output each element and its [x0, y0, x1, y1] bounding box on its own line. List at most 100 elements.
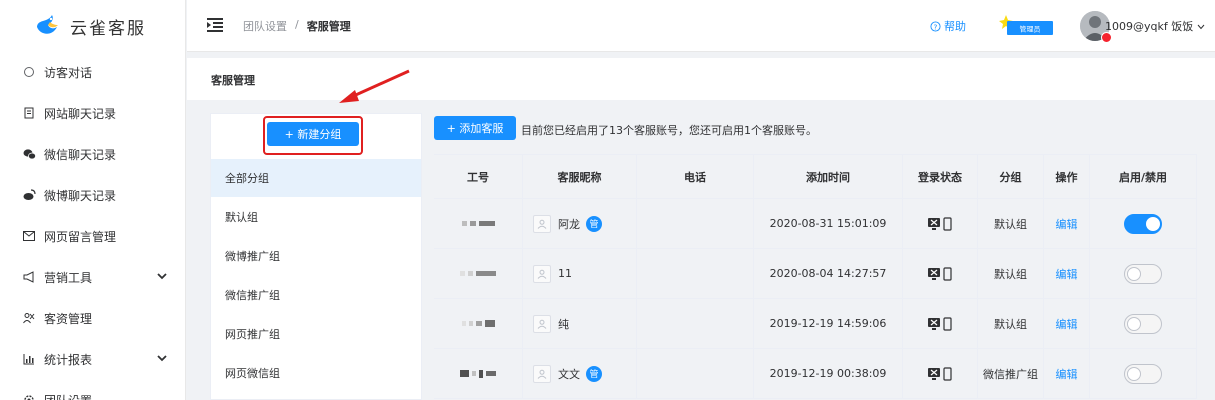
edit-button[interactable]: 编辑	[1056, 316, 1078, 332]
group-item-default[interactable]: 默认组	[211, 198, 421, 236]
column-header: 添加时间	[754, 155, 903, 199]
agent-group: 微信推广组	[978, 349, 1044, 399]
enable-toggle[interactable]	[1124, 313, 1162, 334]
group-item-web-wechat[interactable]: 网页微信组	[211, 354, 421, 392]
page-title: 客服管理	[211, 74, 255, 87]
add-agent-button[interactable]: + 添加客服	[434, 116, 516, 140]
edit-button[interactable]: 编辑	[1056, 216, 1078, 232]
enable-cell	[1090, 349, 1197, 399]
edit-link: 编辑	[1044, 349, 1090, 399]
chevron-down-icon	[157, 355, 167, 362]
column-header: 操作	[1044, 155, 1090, 199]
sidebar-item-label: 统计报表	[44, 352, 93, 367]
sidebar-item-label: 微信聊天记录	[44, 147, 117, 162]
agent-added-time: 2019-12-19 14:59:06	[754, 299, 903, 349]
question-circle-icon: ?	[930, 20, 941, 32]
table-header: 工号 客服昵称 电话 添加时间 登录状态 分组 操作 启用/禁用	[434, 155, 1197, 199]
agent-added-time: 2020-08-31 15:01:09	[754, 199, 903, 249]
agent-nickname-cell: 阿龙 管	[523, 199, 637, 249]
menu-fold-icon[interactable]	[207, 18, 223, 32]
sidebar-item-label: 客资管理	[44, 311, 93, 326]
agent-phone	[637, 249, 754, 299]
column-header: 客服昵称	[523, 155, 637, 199]
sidebar-item-label: 微博聊天记录	[44, 188, 117, 203]
login-status-icon	[928, 266, 952, 281]
user-placeholder-icon	[533, 364, 551, 383]
edit-link: 编辑	[1044, 199, 1090, 249]
login-status-cell	[903, 349, 978, 399]
brand-name: 云雀客服	[70, 18, 146, 39]
agent-group: 默认组	[978, 299, 1044, 349]
agent-nickname: 阿龙	[558, 217, 580, 231]
table-row: 11 2020-08-04 14:27:57 默认组 编辑	[434, 249, 1197, 299]
sidebar-item-wechat-chat-log[interactable]: 微信聊天记录	[0, 134, 186, 174]
edit-link: 编辑	[1044, 249, 1090, 299]
agent-phone	[637, 199, 754, 249]
agent-phone	[637, 299, 754, 349]
manager-badge: 管	[586, 365, 602, 382]
breadcrumb-team-settings[interactable]: 团队设置	[243, 18, 287, 34]
enable-toggle[interactable]	[1124, 263, 1162, 284]
sidebar-item-label: 团队设置	[44, 392, 92, 400]
help-label: 帮助	[944, 20, 966, 33]
sidebar-item-site-chat-log[interactable]: 网站聊天记录	[0, 93, 186, 133]
agent-id-redacted	[434, 199, 523, 249]
enable-toggle[interactable]	[1124, 213, 1162, 234]
sidebar-item-weibo-chat-log[interactable]: 微博聊天记录	[0, 175, 186, 215]
sidebar-item-web-message[interactable]: 网页留言管理	[0, 216, 186, 256]
agent-id-redacted	[434, 349, 523, 399]
breadcrumb: 团队设置 / 客服管理	[243, 18, 351, 34]
agent-added-time: 2020-08-04 14:27:57	[754, 249, 903, 299]
agent-phone	[637, 349, 754, 399]
group-item-web[interactable]: 网页推广组	[211, 315, 421, 353]
megaphone-icon	[22, 270, 36, 284]
agent-nickname-cell: 11	[523, 249, 637, 299]
sidebar-item-statistics[interactable]: 统计报表	[0, 339, 186, 379]
login-status-icon	[928, 366, 952, 381]
breadcrumb-current: 客服管理	[306, 20, 351, 33]
bar-chart-icon	[22, 352, 36, 366]
top-bar: 团队设置 / 客服管理 ? 帮助 管理员 1009@yqkf 饭饭	[187, 0, 1215, 52]
agent-nickname: 11	[558, 267, 572, 280]
help-link[interactable]: ? 帮助	[930, 18, 966, 34]
agent-nickname: 纯	[558, 317, 569, 331]
sidebar-item-label: 访客对话	[44, 65, 93, 80]
sidebar-item-marketing-tools[interactable]: 营销工具	[0, 257, 186, 297]
sidebar: 云雀客服 访客对话 网站聊天记录 微信聊天记录 微博聊天记录 网页留言管理 营销…	[0, 0, 186, 400]
bird-logo-icon	[37, 15, 58, 34]
column-header: 登录状态	[903, 155, 978, 199]
edit-button[interactable]: 编辑	[1056, 366, 1078, 382]
group-item-wechat[interactable]: 微信推广组	[211, 276, 421, 314]
sidebar-item-customer-management[interactable]: 客资管理	[0, 298, 186, 338]
brand[interactable]: 云雀客服	[0, 0, 185, 52]
weibo-icon	[22, 188, 36, 202]
agent-id-redacted	[434, 299, 523, 349]
chevron-down-icon	[1197, 24, 1205, 30]
agent-id-redacted	[434, 249, 523, 299]
user-menu[interactable]: 1009@yqkf 饭饭	[1105, 18, 1205, 34]
group-panel: + 新建分组 全部分组 默认组 微博推广组 微信推广组 网页推广组 网页微信组	[210, 113, 422, 400]
enable-toggle[interactable]	[1124, 363, 1162, 384]
login-status-icon	[928, 316, 952, 331]
group-item-weibo[interactable]: 微博推广组	[211, 237, 421, 275]
agent-nickname: 文文	[558, 367, 580, 381]
mail-icon	[22, 229, 36, 243]
sidebar-item-label: 网页留言管理	[44, 229, 117, 244]
enable-cell	[1090, 249, 1197, 299]
manager-badge: 管	[586, 215, 602, 232]
enable-cell	[1090, 199, 1197, 249]
wechat-icon	[22, 147, 36, 161]
sidebar-item-team-settings[interactable]: 团队设置	[0, 380, 186, 400]
sidebar-item-visitor-chat[interactable]: 访客对话	[0, 52, 186, 92]
table-row: 纯 2019-12-19 14:59:06 默认组 编辑	[434, 299, 1197, 349]
agent-added-time: 2019-12-19 00:38:09	[754, 349, 903, 399]
user-placeholder-icon	[533, 214, 551, 233]
agent-nickname-cell: 文文 管	[523, 349, 637, 399]
group-item-all[interactable]: 全部分组	[211, 159, 421, 197]
edit-button[interactable]: 编辑	[1056, 266, 1078, 282]
column-header: 启用/禁用	[1090, 155, 1197, 199]
annotation-arrow-icon	[339, 69, 410, 103]
enable-cell	[1090, 299, 1197, 349]
document-icon	[22, 106, 36, 120]
table-row: 阿龙 管 2020-08-31 15:01:09 默认组 编辑	[434, 199, 1197, 249]
